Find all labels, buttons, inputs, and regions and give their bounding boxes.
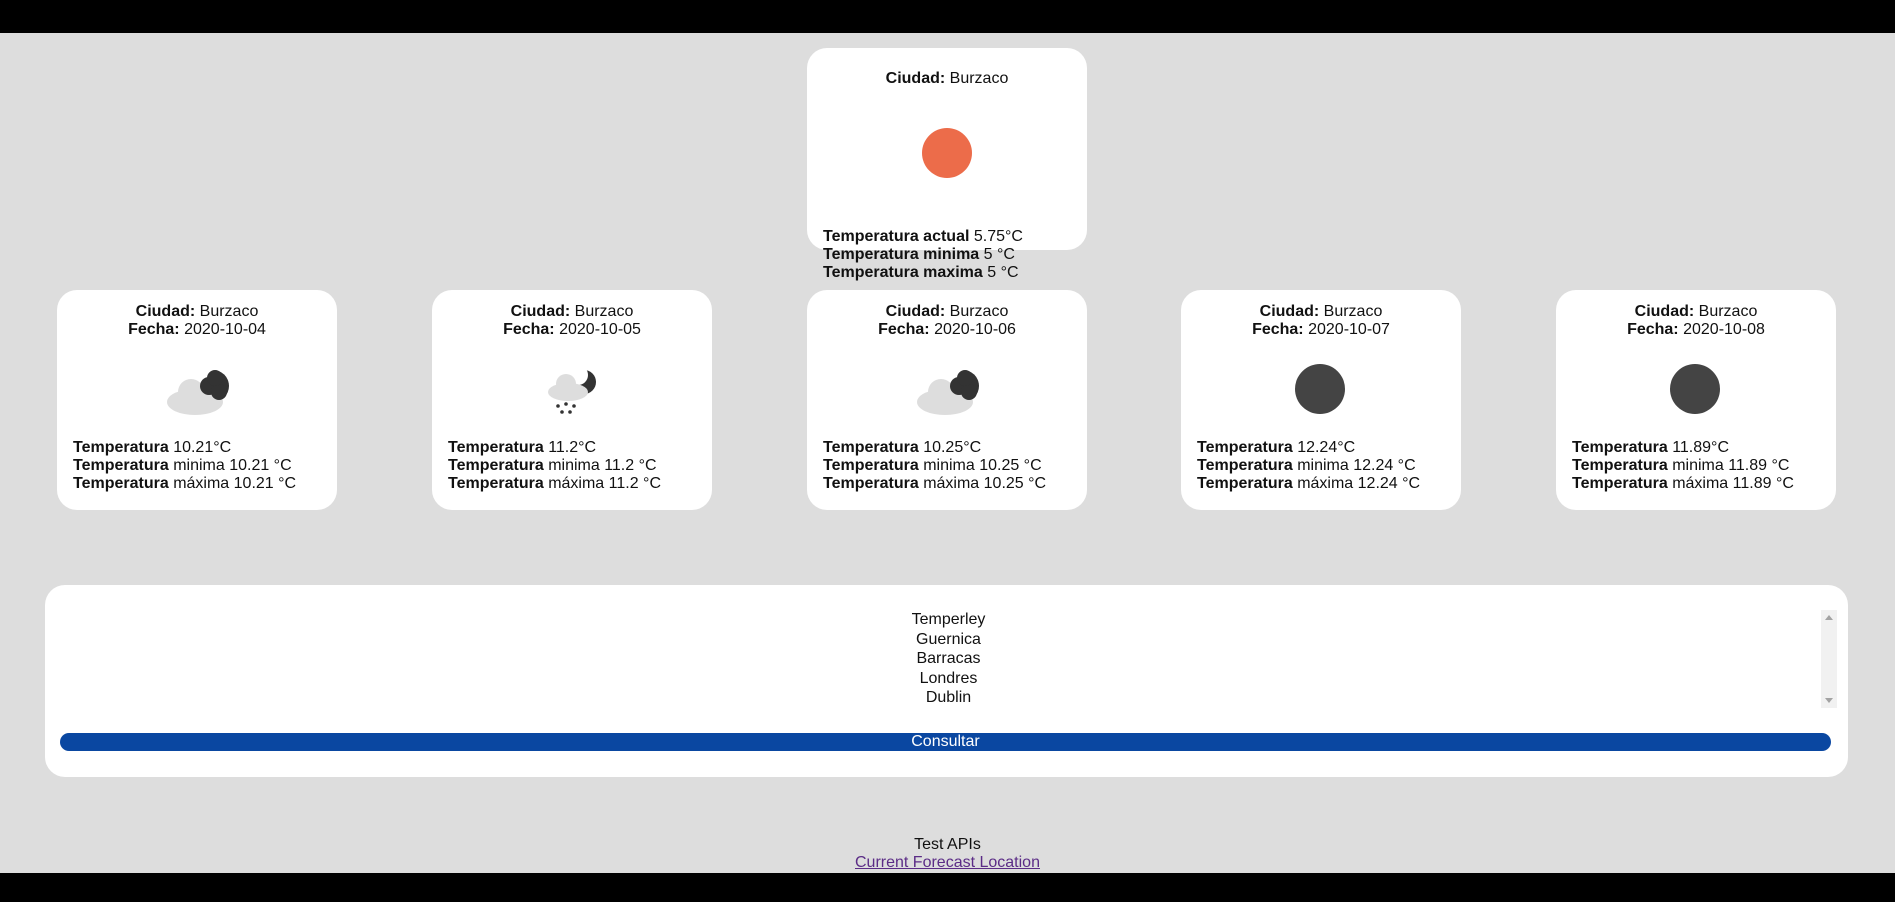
- moon-icon: [1668, 362, 1722, 421]
- temp-min-value: minima 11.2 °C: [548, 457, 657, 474]
- temp-label: Temperatura: [73, 475, 169, 492]
- date-value: 2020-10-04: [184, 321, 266, 338]
- date-value: 2020-10-08: [1683, 321, 1765, 338]
- temp-label: Temperatura: [1572, 439, 1668, 456]
- temp-label: Temperatura: [448, 439, 544, 456]
- temp-label: Temperatura: [1197, 457, 1293, 474]
- date-value: 2020-10-05: [559, 321, 641, 338]
- temp-label: Temperatura: [1572, 475, 1668, 492]
- temp-label: Temperatura: [823, 475, 919, 492]
- temp-max-value: máxima 11.2 °C: [548, 475, 661, 492]
- date-label: Fecha:: [1627, 321, 1679, 338]
- city-option[interactable]: Temperley: [60, 610, 1837, 630]
- forecast-card: Ciudad: Burzaco Fecha: 2020-10-08 Temper…: [1556, 290, 1836, 510]
- temp-label: Temperatura: [1572, 457, 1668, 474]
- city-select-panel: Temperley Guernica Barracas Londres Dubl…: [45, 585, 1848, 777]
- temp-value: 10.25°C: [923, 439, 982, 456]
- temp-min-value: minima 11.89 °C: [1672, 457, 1790, 474]
- current-forecast-location-link[interactable]: Current Forecast Location: [855, 854, 1040, 871]
- temp-label: Temperatura: [823, 457, 919, 474]
- forecast-card: Ciudad: Burzaco Fecha: 2020-10-06 Temper…: [807, 290, 1087, 510]
- partly-cloudy-night-icon: [911, 362, 987, 423]
- date-value: 2020-10-06: [934, 321, 1016, 338]
- date-label: Fecha:: [503, 321, 555, 338]
- date-value: 2020-10-07: [1308, 321, 1390, 338]
- city-label: Ciudad:: [1634, 303, 1695, 320]
- city-option[interactable]: Dublin: [60, 688, 1837, 708]
- date-label: Fecha:: [1252, 321, 1304, 338]
- current-temperatures: Temperatura actual 5.75°C Temperatura mi…: [823, 228, 1023, 282]
- snow-night-icon: [544, 362, 604, 423]
- temp-max-value: máxima 11.89 °C: [1672, 475, 1794, 492]
- city-label: Ciudad:: [1259, 303, 1320, 320]
- temp-value: 11.89°C: [1672, 439, 1729, 456]
- city-name: Burzaco: [1698, 303, 1758, 320]
- temp-actual-label: Temperatura actual: [823, 228, 970, 245]
- footer-title: Test APIs: [914, 836, 981, 853]
- city-name: Burzaco: [199, 303, 259, 320]
- sun-icon: [920, 126, 974, 185]
- temp-label: Temperatura: [1197, 439, 1293, 456]
- temp-min-value: minima 12.24 °C: [1297, 457, 1416, 474]
- temp-label: Temperatura: [823, 439, 919, 456]
- city-option[interactable]: Barracas: [60, 649, 1837, 669]
- date-label: Fecha:: [878, 321, 930, 338]
- temp-label: Temperatura: [1197, 475, 1293, 492]
- forecast-card: Ciudad: Burzaco Fecha: 2020-10-04 Temper…: [57, 290, 337, 510]
- city-select-list[interactable]: Temperley Guernica Barracas Londres Dubl…: [60, 610, 1837, 708]
- temp-max-value: máxima 10.25 °C: [923, 475, 1047, 492]
- temp-max-label: Temperatura maxima: [823, 264, 983, 281]
- consultar-button[interactable]: Consultar: [60, 733, 1831, 751]
- city-line: Ciudad: Burzaco: [807, 70, 1087, 88]
- current-weather-card: Ciudad: Burzaco Temperatura actual 5.75°…: [807, 48, 1087, 281]
- city-option[interactable]: Londres: [60, 669, 1837, 689]
- temp-max-value: 5 °C: [987, 264, 1019, 281]
- city-label: Ciudad:: [510, 303, 571, 320]
- list-scrollbar[interactable]: [1821, 610, 1837, 708]
- temp-min-label: Temperatura minima: [823, 246, 980, 263]
- footer: Test APIs Current Forecast Location: [0, 836, 1895, 872]
- temp-value: 11.2°C: [548, 439, 597, 456]
- bottom-bar: [0, 873, 1895, 902]
- city-label: Ciudad:: [135, 303, 196, 320]
- temp-actual-value: 5.75°C: [973, 228, 1023, 245]
- city-name: Burzaco: [1323, 303, 1383, 320]
- temp-value: 12.24°C: [1297, 439, 1356, 456]
- temp-min-value: minima 10.25 °C: [923, 457, 1042, 474]
- temp-max-value: máxima 12.24 °C: [1297, 475, 1421, 492]
- temp-label: Temperatura: [73, 439, 169, 456]
- city-name: Burzaco: [949, 70, 1009, 87]
- temp-min-value: 5 °C: [983, 246, 1015, 263]
- temp-min-value: minima 10.21 °C: [173, 457, 292, 474]
- moon-icon: [1293, 362, 1347, 421]
- forecast-card: Ciudad: Burzaco Fecha: 2020-10-07 Temper…: [1181, 290, 1461, 510]
- temp-label: Temperatura: [448, 457, 544, 474]
- city-label: Ciudad:: [885, 303, 946, 320]
- temp-value: 10.21°C: [173, 439, 232, 456]
- temp-max-value: máxima 10.21 °C: [173, 475, 297, 492]
- city-option[interactable]: Guernica: [60, 630, 1837, 650]
- date-label: Fecha:: [128, 321, 180, 338]
- temp-label: Temperatura: [73, 457, 169, 474]
- scroll-down-arrow-icon[interactable]: [1825, 698, 1833, 703]
- forecast-card: Ciudad: Burzaco Fecha: 2020-10-05 Temper…: [432, 290, 712, 510]
- city-name: Burzaco: [949, 303, 1009, 320]
- city-label: Ciudad:: [885, 70, 946, 87]
- temp-label: Temperatura: [448, 475, 544, 492]
- scroll-up-arrow-icon[interactable]: [1825, 615, 1833, 620]
- city-name: Burzaco: [574, 303, 634, 320]
- partly-cloudy-night-icon: [161, 362, 237, 423]
- top-bar: [0, 0, 1895, 33]
